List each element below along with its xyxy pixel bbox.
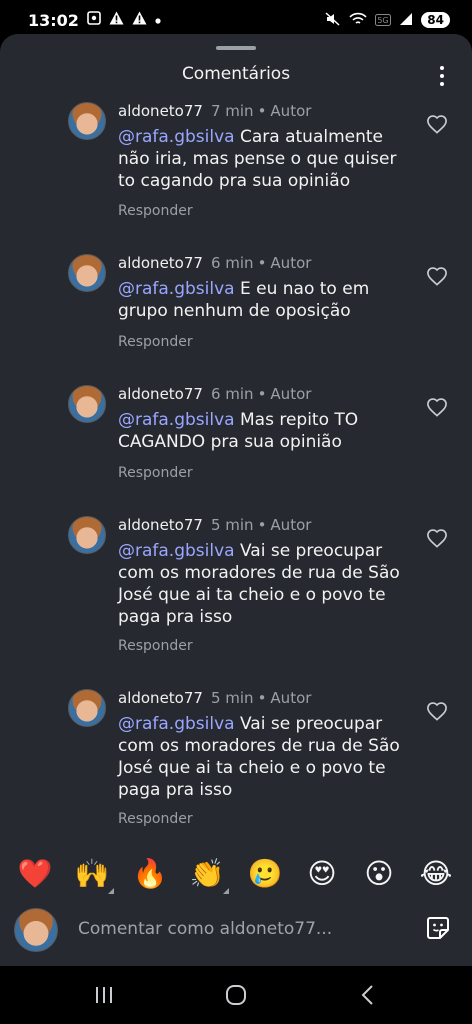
quick-reactions-bar: ❤️ 🙌 🔥 👏 🥲 😍 😮 😂 [0,856,472,896]
wifi-icon [349,11,367,30]
mention-link[interactable]: @rafa.gbsilva [118,541,235,561]
author-badge: Autor [270,102,312,120]
signal-icon [399,11,413,30]
screenshot-icon [87,11,101,29]
avatar[interactable] [68,689,106,727]
comment-username[interactable]: aldoneto77 [118,516,203,534]
sticker-icon[interactable] [424,914,452,942]
comment-time: 6 min [210,254,254,272]
drag-handle[interactable] [216,46,256,50]
mention-link[interactable]: @rafa.gbsilva [118,279,235,299]
clapping-emoji[interactable]: 👏 [189,856,229,894]
mute-icon [325,11,341,30]
reply-button[interactable]: Responder [118,638,193,654]
mention-link[interactable]: @rafa.gbsilva [118,410,235,430]
comment-time: 5 min [210,516,254,534]
comment-text: @rafa.gbsilva Cara atualmente não iria, … [118,126,408,192]
sheet-title: Comentários [181,64,291,84]
comment-text: @rafa.gbsilva E eu nao to em grupo nenhu… [118,278,408,322]
back-icon[interactable] [353,982,383,1008]
author-badge: Autor [270,689,312,707]
heart-icon[interactable] [426,397,448,417]
comment-username[interactable]: aldoneto77 [118,102,203,120]
comment-time: 6 min [210,385,254,403]
alert-icon [109,11,124,29]
heart-icon[interactable] [426,528,448,548]
system-nav-bar [0,966,472,1024]
avatar[interactable] [68,385,106,423]
reply-button[interactable]: Responder [118,465,193,481]
crying-face-emoji[interactable]: 🥲 [247,856,283,892]
5g-icon: 5G [375,11,392,30]
home-icon[interactable] [221,982,251,1008]
status-time: 13:02 [28,10,79,30]
heart-icon[interactable] [426,266,448,286]
svg-text:5G: 5G [378,16,389,25]
comment-text: @rafa.gbsilva Mas repito TO CAGANDO pra … [118,409,408,453]
author-badge: Autor [270,516,312,534]
heart-icon[interactable] [426,701,448,721]
laughing-emoji[interactable]: 😂 [418,856,454,892]
heart-eyes-emoji[interactable]: 😍 [304,856,340,892]
avatar[interactable] [68,254,106,292]
mention-link[interactable]: @rafa.gbsilva [118,127,235,147]
comment-composer [0,900,472,956]
reply-button[interactable]: Responder [118,811,193,827]
avatar[interactable] [68,102,106,140]
dot-icon [155,13,161,28]
comment-text: @rafa.gbsilva Vai se preocupar com os mo… [118,540,408,628]
recent-apps-icon[interactable] [89,982,119,1008]
heart-icon[interactable] [426,114,448,134]
comment-time: 5 min [210,689,254,707]
raising-hands-emoji[interactable]: 🙌 [74,856,114,894]
surprised-face-emoji[interactable]: 😮 [361,856,397,892]
heart-emoji[interactable]: ❤️ [17,856,53,892]
reply-button[interactable]: Responder [118,203,193,219]
avatar [14,908,58,952]
author-badge: Autor [270,385,312,403]
comment-time: 7 min [210,102,254,120]
comment-text: @rafa.gbsilva Vai se preocupar com os mo… [118,713,408,801]
comment-username[interactable]: aldoneto77 [118,385,203,403]
alert-icon [132,11,147,29]
mention-link[interactable]: @rafa.gbsilva [118,714,235,734]
comments-sheet: Comentários aldoneto77 7 min • Autor @rafa.… [0,34,472,966]
comment-input[interactable] [76,914,380,944]
comment-username[interactable]: aldoneto77 [118,254,203,272]
more-options-icon[interactable] [432,64,452,88]
fire-emoji[interactable]: 🔥 [132,856,168,892]
comment-username[interactable]: aldoneto77 [118,689,203,707]
author-badge: Autor [270,254,312,272]
reply-button[interactable]: Responder [118,334,193,350]
battery-level: 84 [421,12,450,28]
avatar[interactable] [68,516,106,554]
